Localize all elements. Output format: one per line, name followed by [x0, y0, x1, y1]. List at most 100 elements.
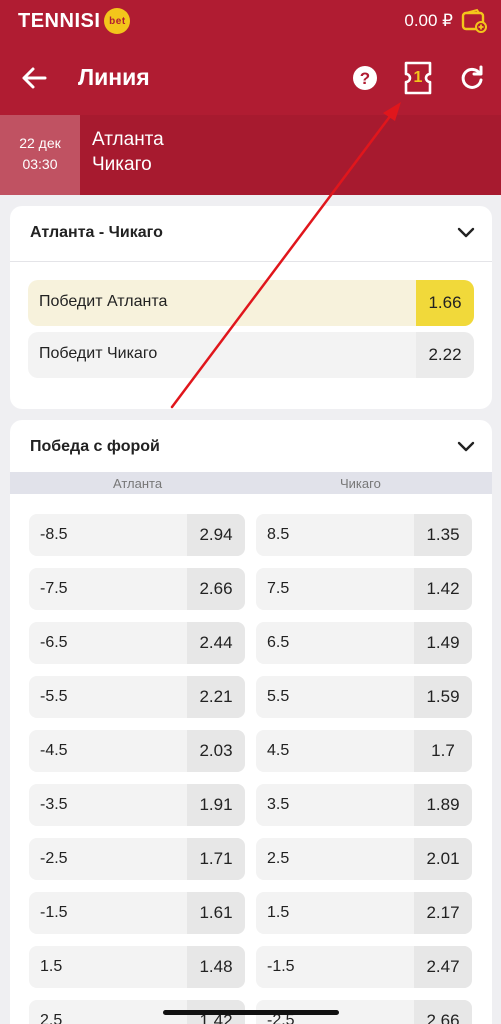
handicap-odd: 1.48 [187, 946, 245, 988]
outcome-odd: 2.22 [416, 332, 474, 378]
handicap-row: -7.5 2.66 7.5 1.42 [29, 568, 473, 610]
handicap-column-header: Атланта Чикаго [10, 472, 492, 494]
handicap-odd: 1.35 [414, 514, 472, 556]
match-datetime: 22 дек 03:30 [0, 115, 80, 195]
market-title[interactable]: Атланта - Чикаго [30, 224, 163, 242]
match-date: 22 дек [19, 135, 61, 151]
top-bar: TENNISI bet 0.00 ₽ Линия ? 1 [0, 0, 501, 115]
handicap-line: 8.5 [267, 526, 290, 543]
logo-bet-badge: bet [104, 8, 131, 34]
outcome-away-win[interactable]: Победит Чикаго 2.22 [28, 332, 474, 378]
wallet-icon[interactable] [461, 8, 487, 34]
handicap-line: -2.5 [40, 850, 68, 867]
handicap-odd: 2.17 [414, 892, 472, 934]
handicap-line: 2.5 [267, 850, 290, 867]
column-away: Чикаго [340, 476, 381, 491]
handicap-line: -4.5 [40, 742, 68, 759]
handicap-line: -6.5 [40, 634, 68, 651]
handicap-odd: 2.21 [187, 676, 245, 718]
handicap-line: -7.5 [40, 580, 68, 597]
divider [10, 261, 492, 262]
handicap-row: -1.5 1.61 1.5 2.17 [29, 892, 473, 934]
outcome-label: Победит Атланта [39, 293, 168, 310]
handicap-home-cell[interactable]: -8.5 2.94 [29, 514, 245, 556]
handicap-away-cell[interactable]: 3.5 1.89 [256, 784, 472, 826]
team-home: Атланта [92, 129, 164, 150]
handicap-odd: 1.7 [414, 730, 472, 772]
handicap-odd: 1.89 [414, 784, 472, 826]
handicap-home-cell[interactable]: -1.5 1.61 [29, 892, 245, 934]
handicap-away-cell[interactable]: 6.5 1.49 [256, 622, 472, 664]
handicap-away-cell[interactable]: 5.5 1.59 [256, 676, 472, 718]
svg-text:?: ? [360, 69, 370, 88]
handicap-line: -3.5 [40, 796, 68, 813]
handicap-line: 1.5 [40, 958, 63, 975]
handicap-row: -5.5 2.21 5.5 1.59 [29, 676, 473, 718]
outcome-home-win[interactable]: Победит Атланта 1.66 [28, 280, 474, 326]
team-away: Чикаго [92, 154, 152, 175]
handicap-home-cell[interactable]: -4.5 2.03 [29, 730, 245, 772]
market-title[interactable]: Победа с форой [30, 438, 160, 456]
handicap-market-card: Победа с форой Атланта Чикаго -8.5 2.94 8.… [10, 420, 492, 1024]
handicap-odd: 2.44 [187, 622, 245, 664]
handicap-row: -8.5 2.94 8.5 1.35 [29, 514, 473, 556]
handicap-odd: 1.61 [187, 892, 245, 934]
column-home: Атланта [113, 476, 163, 491]
handicap-home-cell[interactable]: -2.5 1.71 [29, 838, 245, 880]
handicap-home-cell[interactable]: -6.5 2.44 [29, 622, 245, 664]
handicap-odd: 2.03 [187, 730, 245, 772]
handicap-away-cell[interactable]: 1.5 2.17 [256, 892, 472, 934]
handicap-line: 1.5 [267, 904, 290, 921]
handicap-odd: 1.42 [414, 568, 472, 610]
handicap-row: -4.5 2.03 4.5 1.7 [29, 730, 473, 772]
handicap-away-cell[interactable]: 7.5 1.42 [256, 568, 472, 610]
handicap-line: -1.5 [267, 958, 295, 975]
handicap-line: 7.5 [267, 580, 290, 597]
handicap-odd: 1.59 [414, 676, 472, 718]
refresh-icon[interactable] [458, 64, 486, 92]
handicap-odd: 2.47 [414, 946, 472, 988]
handicap-line: 5.5 [267, 688, 290, 705]
handicap-line: 6.5 [267, 634, 290, 651]
match-teams: Атланта Чикаго [92, 127, 164, 177]
handicap-away-cell[interactable]: 4.5 1.7 [256, 730, 472, 772]
handicap-line: 3.5 [267, 796, 290, 813]
handicap-odd: 1.91 [187, 784, 245, 826]
page-title: Линия [78, 64, 150, 90]
tennisi-logo[interactable]: TENNISI bet [18, 8, 131, 34]
handicap-row: -3.5 1.91 3.5 1.89 [29, 784, 473, 826]
handicap-odd: 1.71 [187, 838, 245, 880]
handicap-line: 2.5 [40, 1012, 63, 1024]
handicap-odd: 1.49 [414, 622, 472, 664]
handicap-away-cell[interactable]: -1.5 2.47 [256, 946, 472, 988]
chevron-down-icon[interactable] [456, 436, 476, 456]
handicap-home-cell[interactable]: -3.5 1.91 [29, 784, 245, 826]
handicap-line: 4.5 [267, 742, 290, 759]
handicap-home-cell[interactable]: -7.5 2.66 [29, 568, 245, 610]
help-icon[interactable]: ? [351, 64, 379, 92]
handicap-away-cell[interactable]: 2.5 2.01 [256, 838, 472, 880]
handicap-line: -8.5 [40, 526, 68, 543]
handicap-row: -2.5 1.71 2.5 2.01 [29, 838, 473, 880]
winner-market-card: Атланта - Чикаго Победит Атланта 1.66 По… [10, 206, 492, 409]
handicap-home-cell[interactable]: -5.5 2.21 [29, 676, 245, 718]
handicap-line: -1.5 [40, 904, 68, 921]
match-info-bar: 22 дек 03:30 Атланта Чикаго [0, 115, 501, 195]
home-indicator [163, 1010, 339, 1015]
handicap-row: 1.5 1.48 -1.5 2.47 [29, 946, 473, 988]
handicap-home-cell[interactable]: 1.5 1.48 [29, 946, 245, 988]
handicap-odd: 2.94 [187, 514, 245, 556]
balance-amount[interactable]: 0.00 ₽ [404, 11, 453, 31]
back-arrow-icon[interactable] [20, 64, 48, 92]
outcome-odd: 1.66 [416, 280, 474, 326]
handicap-odd: 2.66 [187, 568, 245, 610]
match-time: 03:30 [22, 156, 58, 172]
handicap-line: -5.5 [40, 688, 68, 705]
handicap-away-cell[interactable]: 8.5 1.35 [256, 514, 472, 556]
handicap-odd: 2.01 [414, 838, 472, 880]
coupon-count-badge: 1 [413, 69, 423, 86]
handicap-row: -6.5 2.44 6.5 1.49 [29, 622, 473, 664]
logo-text: TENNISI [18, 9, 101, 32]
chevron-down-icon[interactable] [456, 222, 476, 242]
outcome-label: Победит Чикаго [39, 345, 158, 362]
